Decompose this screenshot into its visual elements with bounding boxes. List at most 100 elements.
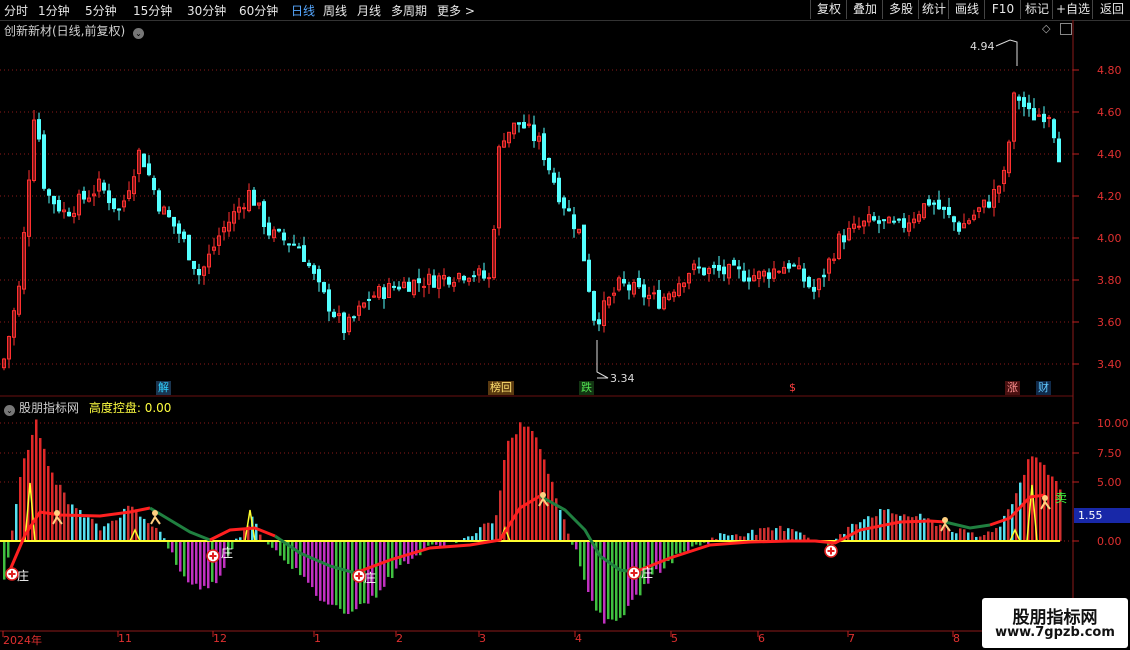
histogram-bar [87,517,90,541]
candle-body [107,190,111,204]
candle-body [872,216,876,221]
histogram-bar [919,513,922,541]
trend-line [209,526,276,542]
histogram-bar [171,541,174,553]
histogram-bar [139,516,142,541]
histogram-bar [19,477,22,541]
histogram-bar [963,529,966,541]
histogram-bar [1051,476,1054,541]
candle-body [642,284,646,298]
candle-body [482,270,486,279]
event-marker-finance[interactable]: 财 [1036,381,1051,395]
histogram-bar [899,515,902,541]
candle-body [902,218,906,228]
candle-body [302,245,306,262]
watermark-url: www.7gpzb.com [995,625,1115,640]
histogram-bar [15,504,18,541]
histogram-bar [199,541,202,590]
candle-body [522,122,526,129]
histogram-bar [323,541,326,602]
candle-body [627,284,631,291]
candle-body [57,200,61,212]
histogram-bar [63,492,66,541]
candle-body [152,177,156,191]
candle-body [307,262,311,267]
histogram-bar [279,541,282,556]
signal-label: 庄 [364,571,377,585]
candle-body [117,208,121,211]
histogram-bar [971,532,974,541]
histogram-bar [875,516,878,541]
candle-body [102,182,106,191]
histogram-bar [519,422,522,541]
event-marker-fall[interactable]: 跌 [579,381,594,395]
candle-body [517,122,521,125]
histogram-bar [719,533,722,541]
price-tick: 3.60 [1097,316,1122,329]
candle-body [352,316,356,319]
candle-body [927,199,931,206]
histogram-bar [511,437,514,541]
histogram-bar [411,541,414,559]
event-marker-rise[interactable]: 涨 [1005,381,1020,395]
candle-body [422,285,426,288]
histogram-bar [847,526,850,541]
histogram-bar [679,541,682,554]
histogram-bar [591,541,594,601]
candle-body [1027,102,1031,110]
date-tick: 2 [396,632,403,645]
indicator-tick: 5.00 [1097,476,1122,489]
histogram-bar [315,541,318,596]
histogram-bar [499,490,502,541]
date-tick: 12 [213,632,227,645]
candle-body [552,172,556,183]
histogram-bar [771,530,774,541]
histogram-bar [915,516,918,541]
date-tick: 5 [671,632,678,645]
histogram-bar [735,534,738,541]
candle-body [547,157,551,171]
candle-body [842,235,846,243]
histogram-bar [583,541,586,580]
histogram-bar [183,541,186,577]
histogram-bar [379,541,382,591]
histogram-bar [1023,474,1026,541]
price-tick: 4.20 [1097,190,1122,203]
candle-body [167,210,171,218]
candle-body [82,190,86,200]
candle-body [182,231,186,240]
chart-canvas[interactable] [0,0,1130,650]
candle-body [447,277,451,285]
candle-body [1032,108,1036,121]
candle-body [807,276,811,288]
histogram-bar [107,523,110,541]
histogram-bar [903,514,906,541]
histogram-bar [159,531,162,541]
runner-icon [54,510,60,516]
runner-icon [1042,495,1048,501]
indicator-tick: 0.00 [1097,535,1122,548]
candle-body [767,272,771,279]
runner-icon [152,510,158,516]
candle-body [472,275,476,278]
histogram-bar [95,523,98,541]
candle-body [857,225,861,228]
histogram-bar [747,533,750,541]
histogram-bar [871,517,874,541]
candle-body [597,319,601,325]
event-marker-dollar[interactable]: $ [787,381,798,395]
candle-body [787,263,791,269]
candle-body [197,269,201,276]
candle-body [262,201,266,228]
histogram-bar [103,526,106,541]
event-marker-unlock[interactable]: 解 [156,381,171,395]
signal-label: 庄 [641,566,654,580]
histogram-bar [115,520,118,541]
histogram-bar [403,541,406,562]
price-tick: 4.00 [1097,232,1122,245]
candle-body [592,291,596,321]
candle-body [147,163,151,176]
date-tick: 4 [575,632,582,645]
event-marker-list[interactable]: 榜回 [488,381,514,395]
candle-body [737,266,741,270]
